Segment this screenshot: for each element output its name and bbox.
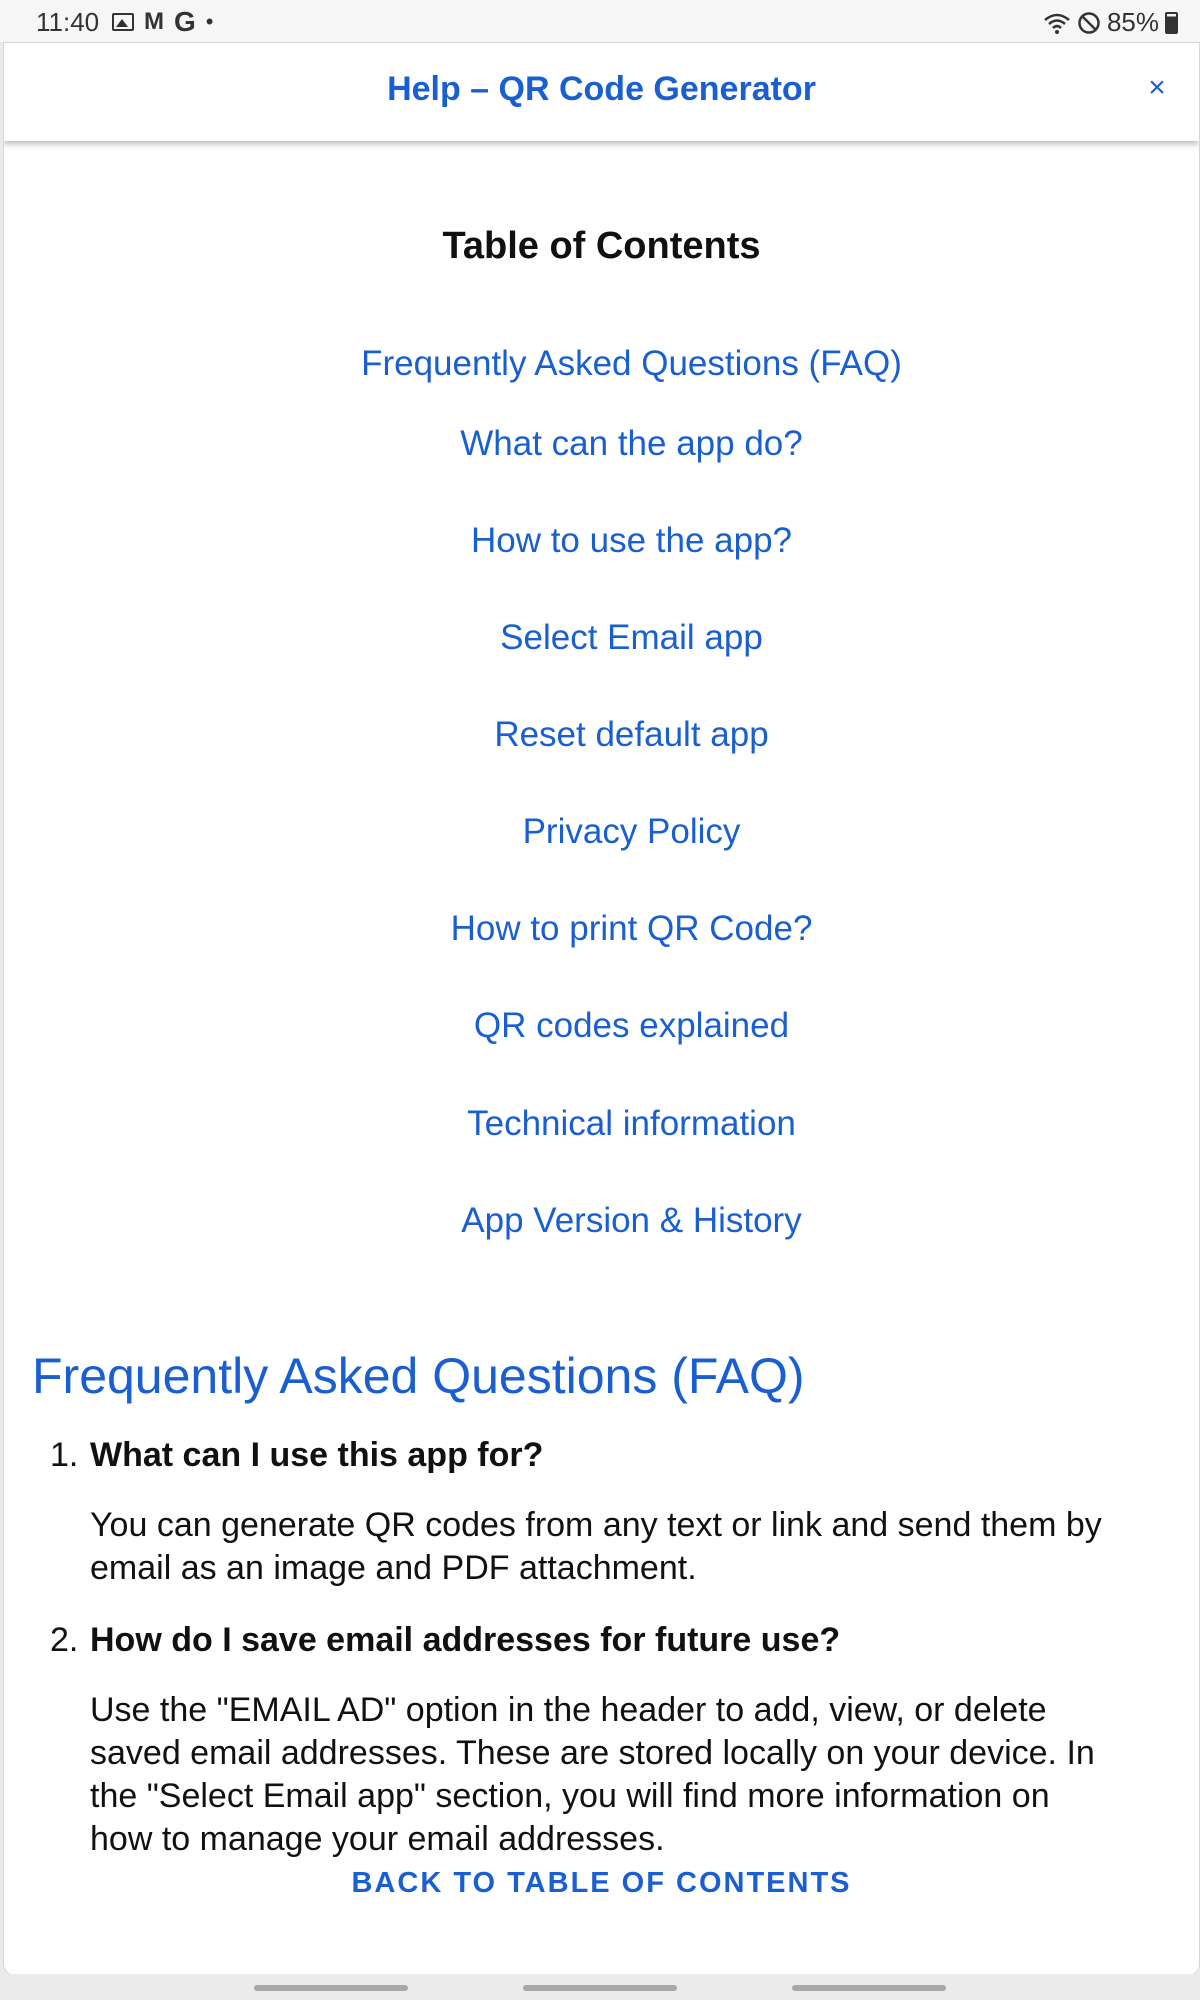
back-to-toc-button[interactable]: BACK TO TABLE OF CONTENTS: [4, 1867, 1199, 1900]
faq-answer-line: You can generate QR codes from any text …: [90, 1506, 1102, 1544]
status-bar: 11:40 M G • 85%: [0, 0, 1200, 42]
faq-number: 1.: [50, 1436, 79, 1474]
toc-link-qr-explained[interactable]: QR codes explained: [4, 1006, 1199, 1046]
close-button[interactable]: ×: [1137, 68, 1177, 108]
nav-home-handle[interactable]: [523, 1985, 677, 1991]
status-time: 11:40: [36, 7, 100, 37]
google-icon: G: [174, 6, 196, 37]
battery-percent: 85%: [1106, 7, 1159, 37]
toc-link-technical-info[interactable]: Technical information: [4, 1104, 1199, 1144]
do-not-disturb-icon: [1078, 11, 1100, 34]
faq-answer: You can generate QR codes from any text …: [90, 1504, 1199, 1590]
faq-answer: Use the "EMAIL AD" option in the header …: [90, 1689, 1199, 1861]
toc-title: Table of Contents: [442, 225, 761, 267]
status-right-icons: 85%: [1043, 7, 1178, 38]
faq-question: What can I use this app for?: [90, 1436, 544, 1474]
faq-number: 2.: [50, 1621, 79, 1659]
gallery-icon: [112, 13, 134, 31]
faq-answer-line: how to manage your email addresses.: [90, 1820, 665, 1858]
faq-answer-line: Use the "EMAIL AD" option in the header …: [90, 1691, 1047, 1729]
dialog-title: Help – QR Code Generator: [387, 70, 816, 108]
battery-icon: [1165, 11, 1178, 34]
status-left-icons: M G •: [112, 6, 213, 38]
toc-link-how-to-use[interactable]: How to use the app?: [4, 521, 1199, 561]
toc-link-reset-default-app[interactable]: Reset default app: [4, 715, 1199, 755]
nav-back-handle[interactable]: [792, 1985, 946, 1991]
gmail-icon: M: [144, 8, 164, 35]
wifi-icon: [1044, 13, 1070, 34]
toc-link-print-qr[interactable]: How to print QR Code?: [4, 909, 1199, 949]
dialog-header: Help – QR Code Generator ×: [4, 43, 1199, 141]
help-dialog: Help – QR Code Generator × Table of Cont…: [3, 42, 1200, 1976]
faq-answer-line: email as an image and PDF attachment.: [90, 1549, 697, 1587]
toc-link-version-history[interactable]: App Version & History: [4, 1201, 1199, 1241]
nav-recents-handle[interactable]: [254, 1985, 408, 1991]
toc-link-faq[interactable]: Frequently Asked Questions (FAQ): [4, 344, 1199, 384]
toc-link-privacy-policy[interactable]: Privacy Policy: [4, 812, 1199, 852]
faq-answer-line: saved email addresses. These are stored …: [90, 1734, 1095, 1772]
navigation-bar: [0, 1974, 1200, 2000]
close-icon: ×: [1148, 71, 1166, 104]
toc-link-what-can-app-do[interactable]: What can the app do?: [4, 424, 1199, 464]
faq-answer-line: the "Select Email app" section, you will…: [90, 1777, 1050, 1815]
faq-question: How do I save email addresses for future…: [90, 1621, 841, 1659]
notification-dot-icon: •: [205, 9, 214, 34]
toc-link-select-email-app[interactable]: Select Email app: [4, 618, 1199, 658]
faq-heading: Frequently Asked Questions (FAQ): [32, 1348, 805, 1404]
